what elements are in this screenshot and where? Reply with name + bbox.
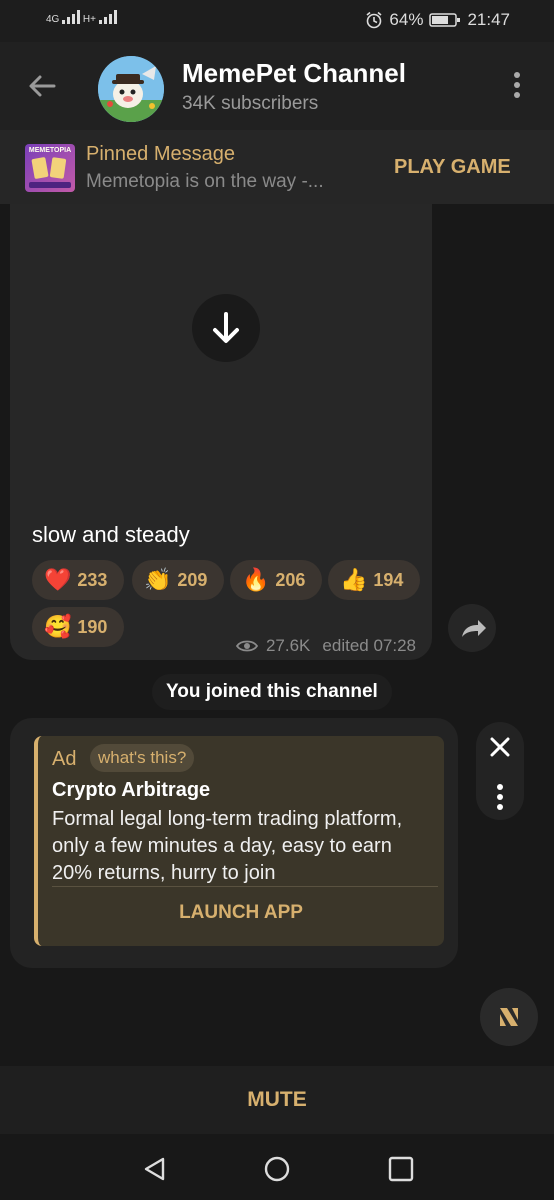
signal-indicators: 4G H+	[46, 10, 117, 25]
nav-recents-icon[interactable]	[388, 1156, 414, 1182]
edited-time: edited 07:28	[322, 636, 416, 655]
alarm-icon	[366, 11, 382, 29]
ad-side-actions	[476, 722, 524, 820]
system-navigation-bar	[0, 1134, 554, 1200]
clapping-hands-icon: 👏	[144, 567, 172, 592]
reaction-heart[interactable]: ❤️ 233	[32, 560, 124, 600]
more-menu-icon[interactable]	[512, 72, 522, 102]
view-count: 27.6K	[265, 636, 311, 655]
reaction-count: 190	[77, 616, 108, 637]
fire-icon: 🔥	[242, 567, 270, 592]
message-bubble: slow and steady ❤️ 233 👏 209 🔥 206 👍 194…	[10, 204, 432, 660]
ad-label: Ad	[52, 748, 77, 770]
reaction-thumbs-up[interactable]: 👍 194	[328, 560, 420, 600]
pinned-message-bar[interactable]: MEMETOPIA Pinned Message Memetopia is on…	[0, 130, 554, 204]
download-button[interactable]	[192, 294, 260, 362]
status-bar: 4G H+ 64% 21:47	[0, 0, 554, 42]
memepet-avatar-icon	[98, 56, 164, 122]
message-meta: 27.6K edited 07:28	[235, 636, 416, 656]
signal-bars-2-icon	[98, 10, 117, 24]
ad-body: Formal legal long-term trading platform,…	[52, 808, 403, 884]
pinned-thumbnail: MEMETOPIA	[25, 144, 75, 192]
share-button[interactable]	[448, 604, 496, 652]
share-arrow-icon	[462, 620, 486, 637]
battery-percent: 64%	[389, 10, 424, 29]
eye-icon	[235, 640, 258, 652]
chat-header: MemePet Channel 34K subscribers	[0, 42, 554, 130]
thumbs-up-icon: 👍	[340, 567, 368, 592]
message-caption: slow and steady	[32, 522, 190, 547]
game-cards-icon	[29, 157, 71, 188]
smiling-face-with-hearts-icon: 🥰	[44, 614, 72, 639]
signal-4g-label: 4G	[46, 14, 60, 25]
bot-app-button[interactable]	[480, 988, 538, 1046]
divider	[52, 886, 438, 887]
reaction-fire[interactable]: 🔥 206	[230, 560, 322, 600]
clock: 21:47	[467, 10, 510, 29]
joined-service-message: You joined this channel	[152, 674, 392, 710]
ad-title: Crypto Arbitrage	[52, 779, 211, 801]
signal-h-label: H+	[82, 14, 96, 25]
close-icon[interactable]	[476, 722, 524, 770]
battery-icon	[429, 13, 461, 27]
channel-avatar[interactable]	[98, 56, 164, 122]
app-logo-icon	[500, 1008, 518, 1026]
subscriber-count: 34K subscribers	[182, 93, 319, 114]
pinned-preview: Memetopia is on the way -...	[86, 171, 324, 192]
nav-home-icon[interactable]	[264, 1156, 290, 1182]
signal-bars-icon	[62, 10, 81, 24]
mute-button[interactable]: MUTE	[0, 1088, 554, 1112]
reaction-count: 194	[373, 569, 404, 590]
sponsored-message: Ad what's this? Crypto Arbitrage Formal …	[10, 718, 458, 968]
launch-app-button[interactable]: LAUNCH APP	[38, 902, 444, 924]
status-right: 64% 21:47	[365, 10, 510, 30]
reaction-love[interactable]: 🥰 190	[32, 607, 124, 647]
reaction-count: 209	[177, 569, 208, 590]
channel-title[interactable]: MemePet Channel	[182, 58, 406, 89]
bottom-bar: MUTE	[0, 1066, 554, 1134]
heart-icon: ❤️	[44, 567, 72, 592]
reaction-count: 233	[77, 569, 108, 590]
reaction-count: 206	[275, 569, 306, 590]
reaction-clap[interactable]: 👏 209	[132, 560, 224, 600]
back-arrow-icon[interactable]	[26, 70, 58, 102]
pinned-title: Pinned Message	[86, 143, 235, 165]
more-vertical-icon[interactable]	[476, 775, 524, 821]
nav-back-icon[interactable]	[142, 1156, 168, 1182]
play-game-button[interactable]: PLAY GAME	[394, 156, 511, 179]
ad-card[interactable]: Ad what's this? Crypto Arbitrage Formal …	[34, 736, 444, 946]
download-arrow-icon	[213, 312, 239, 343]
whats-this-button[interactable]: what's this?	[90, 744, 195, 772]
